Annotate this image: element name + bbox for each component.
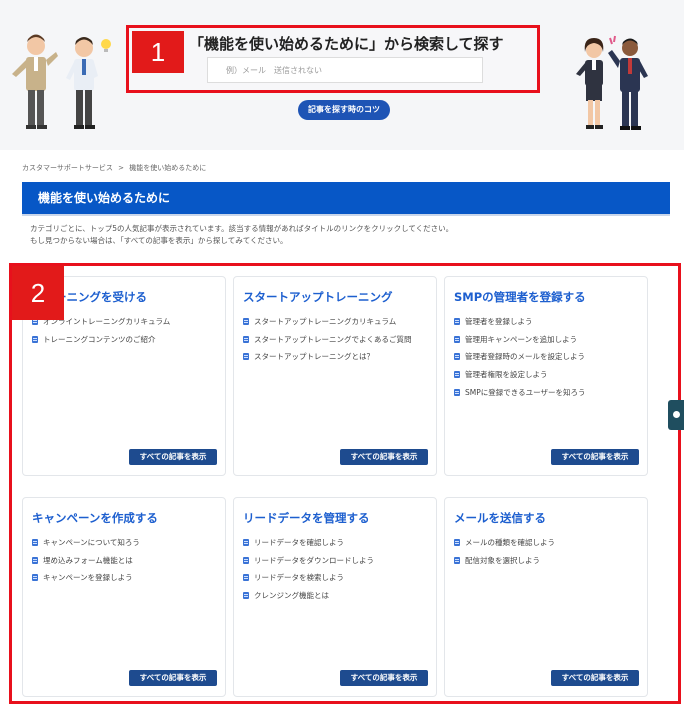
document-icon (454, 539, 460, 547)
article-link[interactable]: 管理者登録時のメールを設定しよう (454, 348, 585, 366)
page-title: 機能を使い始めるために (22, 182, 670, 214)
document-icon (243, 556, 249, 564)
article-link[interactable]: キャンペーンを登録しよう (32, 569, 140, 587)
document-icon (243, 539, 249, 547)
article-link[interactable]: リードデータを検索しよう (243, 569, 374, 587)
category-card-lead-data: リードデータを管理する リードデータを確認しよう リードデータをダウンロードしよ… (233, 497, 437, 697)
article-link[interactable]: リードデータをダウンロードしよう (243, 552, 374, 570)
article-link[interactable]: スタートアップトレーニングでよくあるご質問 (243, 331, 412, 349)
article-link[interactable]: メールの種類を確認しよう (454, 534, 555, 552)
article-link[interactable]: トレーニングコンテンツのご紹介 (32, 331, 170, 349)
document-icon (243, 353, 249, 361)
article-link[interactable]: 配信対象を選択しよう (454, 552, 555, 570)
article-list: 管理者を登録しよう 管理用キャンペーンを追加しよう 管理者登録時のメールを設定し… (454, 313, 585, 401)
article-link[interactable]: SMPに登録できるユーザーを知ろう (454, 383, 585, 401)
view-all-articles-button[interactable]: すべての記事を表示 (129, 449, 217, 465)
annotation-number-2: 2 (12, 266, 64, 320)
category-card-email: メールを送信する メールの種類を確認しよう 配信対象を選択しよう すべての記事を… (444, 497, 648, 697)
breadcrumb-home-link[interactable]: カスタマーサポートサービス (22, 164, 113, 172)
document-icon (454, 388, 460, 396)
annotation-number-1: 1 (132, 31, 184, 73)
document-icon (32, 539, 38, 547)
document-icon (454, 371, 460, 379)
article-link[interactable]: 埋め込みフォーム機能とは (32, 552, 140, 570)
search-title: 「機能を使い始めるために」から検索して探す (189, 35, 504, 53)
view-all-articles-button[interactable]: すべての記事を表示 (340, 449, 428, 465)
breadcrumb-separator: > (118, 164, 124, 172)
document-icon (243, 574, 249, 582)
business-people-illustration-right (576, 35, 648, 130)
search-tips-button[interactable]: 記事を探す時のコツ (298, 100, 390, 120)
article-list: リードデータを確認しよう リードデータをダウンロードしよう リードデータを検索し… (243, 534, 374, 604)
article-link[interactable]: クレンジング機能とは (243, 587, 374, 605)
document-icon (454, 556, 460, 564)
page-description: カテゴリごとに、トップ5の人気記事が表示されています。該当する情報があればタイト… (30, 223, 453, 247)
view-all-articles-button[interactable]: すべての記事を表示 (129, 670, 217, 686)
article-link[interactable]: キャンペーンについて知ろう (32, 534, 140, 552)
article-list: スタートアップトレーニングカリキュラム スタートアップトレーニングでよくあるご質… (243, 313, 412, 366)
card-title[interactable]: スタートアップトレーニング (243, 289, 393, 305)
article-list: キャンペーンについて知ろう 埋め込みフォーム機能とは キャンペーンを登録しよう (32, 534, 140, 587)
article-list: メールの種類を確認しよう 配信対象を選択しよう (454, 534, 555, 569)
view-all-articles-button[interactable]: すべての記事を表示 (551, 449, 639, 465)
category-card-startup-training: スタートアップトレーニング スタートアップトレーニングカリキュラム スタートアッ… (233, 276, 437, 476)
document-icon (454, 318, 460, 326)
view-all-articles-button[interactable]: すべての記事を表示 (340, 670, 428, 686)
business-people-illustration-left (12, 34, 111, 129)
article-link[interactable]: 管理用キャンペーンを追加しよう (454, 331, 585, 349)
article-link[interactable]: 管理者権限を設定しよう (454, 366, 585, 384)
view-all-articles-button[interactable]: すべての記事を表示 (551, 670, 639, 686)
article-link[interactable]: スタートアップトレーニングカリキュラム (243, 313, 412, 331)
description-line-1: カテゴリごとに、トップ5の人気記事が表示されています。該当する情報があればタイト… (30, 224, 454, 233)
breadcrumb: カスタマーサポートサービス > 機能を使い始めるために (22, 163, 206, 173)
card-title[interactable]: リードデータを管理する (243, 510, 370, 526)
document-icon (32, 335, 38, 343)
description-line-2: もし見つからない場合は、「すべての記事を表示」から探してみてください。 (30, 236, 288, 245)
document-icon (32, 574, 38, 582)
category-card-smp-admin: SMPの管理者を登録する 管理者を登録しよう 管理用キャンペーンを追加しよう 管… (444, 276, 648, 476)
document-icon (454, 353, 460, 361)
article-link[interactable]: スタートアップトレーニングとは？ (243, 348, 412, 366)
floating-side-tab[interactable] (668, 400, 684, 430)
article-link[interactable]: リードデータを確認しよう (243, 534, 374, 552)
article-link[interactable]: 管理者を登録しよう (454, 313, 585, 331)
card-title[interactable]: メールを送信する (454, 510, 546, 526)
document-icon (243, 318, 249, 326)
search-highlight-box: 1 「機能を使い始めるために」から検索して探す (126, 25, 540, 93)
document-icon (243, 335, 249, 343)
card-title[interactable]: キャンペーンを作成する (32, 510, 158, 526)
search-input[interactable] (207, 57, 483, 83)
document-icon (243, 592, 249, 600)
breadcrumb-current: 機能を使い始めるために (129, 164, 207, 172)
document-icon (454, 335, 460, 343)
category-card-campaign: キャンペーンを作成する キャンペーンについて知ろう 埋め込みフォーム機能とは キ… (22, 497, 226, 697)
card-title[interactable]: SMPの管理者を登録する (454, 289, 586, 305)
document-icon (32, 556, 38, 564)
